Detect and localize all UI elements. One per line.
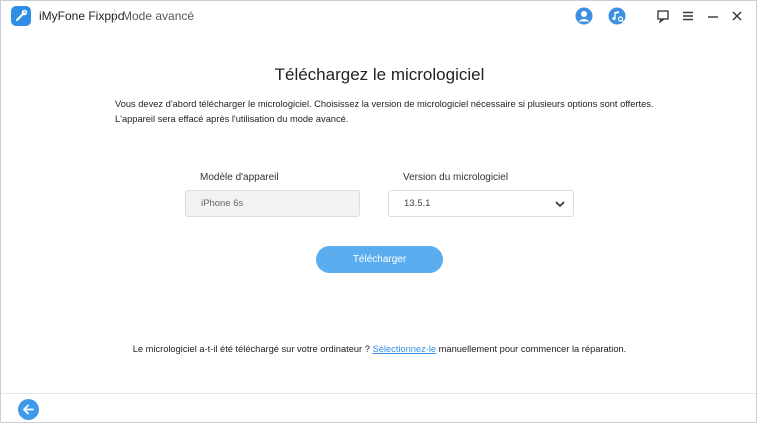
minimize-icon[interactable] <box>704 7 722 25</box>
app-name: iMyFone Fixppo <box>39 9 125 23</box>
version-label: Version du micrologiciel <box>403 172 509 183</box>
model-field: iPhone 6s <box>185 190 360 217</box>
back-arrow-icon[interactable] <box>18 399 39 420</box>
page-title: Téléchargez le micrologiciel <box>274 65 485 84</box>
note-text-before: Le micrologiciel a-t-il été téléchargé s… <box>132 344 370 354</box>
close-icon[interactable] <box>728 7 746 25</box>
mode-label: Mode avancé <box>122 9 195 23</box>
version-value: 13.5.1 <box>404 198 431 209</box>
music-search-icon[interactable] <box>608 7 626 25</box>
title-separator <box>114 9 115 23</box>
footer-divider <box>1 393 756 394</box>
note-text-after: manuellement pour commencer la réparatio… <box>438 344 627 354</box>
feedback-icon[interactable] <box>654 7 672 25</box>
download-button[interactable]: Télécharger <box>316 246 443 273</box>
select-firmware-link[interactable]: Sélectionnez-le <box>373 344 437 354</box>
title-bar: iMyFone Fixppo Mode avancé <box>1 1 756 31</box>
model-value: iPhone 6s <box>201 198 244 209</box>
manual-select-note: Le micrologiciel a-t-il été téléchargé s… <box>1 344 757 354</box>
version-select[interactable]: 13.5.1 <box>388 190 574 217</box>
user-icon[interactable] <box>575 7 593 25</box>
menu-icon[interactable] <box>679 7 697 25</box>
chevron-down-icon <box>555 200 565 211</box>
model-label: Modèle d'appareil <box>200 172 279 183</box>
app-window: iMyFone Fixppo Mode avancé Téléchargez l… <box>0 0 757 423</box>
page-description: Vous devez d'abord télécharger le microl… <box>115 99 654 124</box>
app-logo-icon <box>11 6 31 26</box>
